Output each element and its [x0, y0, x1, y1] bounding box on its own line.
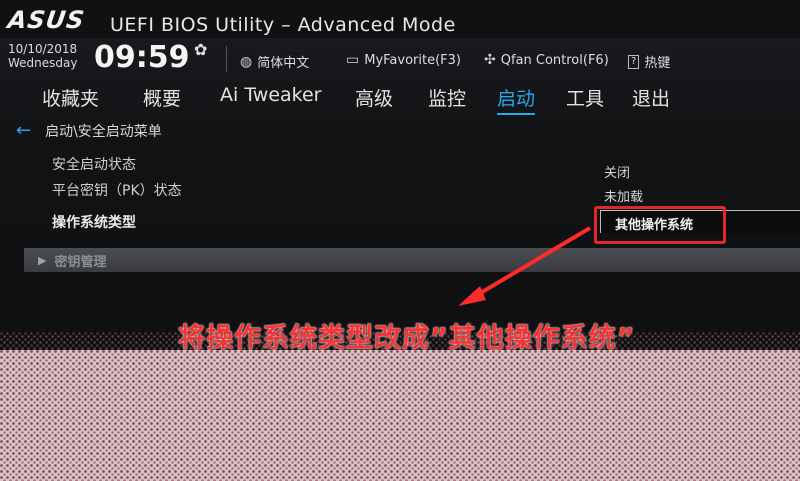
annotation-arrow-head	[458, 286, 486, 306]
noise-overlay	[0, 332, 800, 481]
annotation-arrow	[458, 226, 592, 306]
bios-screen: ASUS UEFI BIOS Utility – Advanced Mode 1…	[0, 0, 800, 350]
annotation-arrow-shaft	[470, 226, 592, 300]
